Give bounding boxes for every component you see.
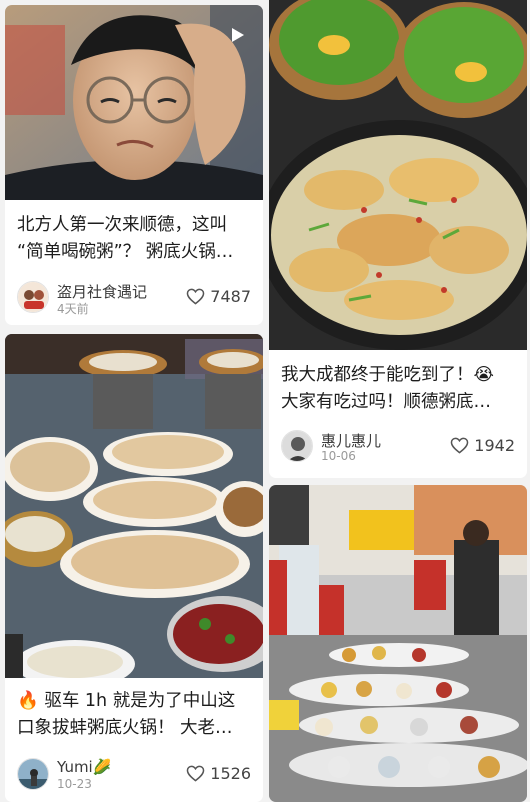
- cover-photo-dumplings-table: [5, 334, 263, 678]
- author-name[interactable]: 惠儿惠儿: [321, 430, 381, 451]
- like-count: 1526: [210, 763, 251, 783]
- note-meta: 盗月社食遇记 4天前 7487: [17, 281, 251, 316]
- author-name[interactable]: 盗月社食遇记: [57, 281, 147, 302]
- note-title-line: 北方人第一次来顺德，这叫: [17, 215, 227, 235]
- note-title-line: 大家有吃过吗！顺德粥底…: [281, 392, 491, 412]
- like-count: 7487: [210, 286, 251, 306]
- avatar[interactable]: [17, 281, 49, 313]
- author-name[interactable]: Yumi🌽: [57, 758, 111, 776]
- note-meta: 惠儿惠儿 10-06 1942: [281, 430, 515, 464]
- note-meta: Yumi🌽 10-23 1526: [17, 758, 251, 792]
- like-button[interactable]: 1526: [186, 762, 251, 784]
- note-cover-image[interactable]: [5, 5, 263, 200]
- cover-photo-congee-hotpot: [269, 0, 527, 350]
- note-title-line: 我大成都终于能吃到了！😭: [281, 365, 494, 385]
- avatar[interactable]: [17, 758, 49, 790]
- note-title[interactable]: 北方人第一次来顺德，这叫 “简单喝碗粥”？ 粥底火锅…: [17, 212, 253, 266]
- note-card[interactable]: 北方人第一次来顺德，这叫 “简单喝碗粥”？ 粥底火锅… 盗月社食遇记 4天前 7…: [5, 5, 263, 325]
- post-date: 10-23: [57, 777, 92, 791]
- note-card[interactable]: 🔥 驱车 1h 就是为了中山这 口象拔蚌粥底火锅！ 大老… Yumi🌽 10-2…: [5, 334, 263, 802]
- like-button[interactable]: 7487: [186, 285, 251, 307]
- heart-outline-icon: [186, 288, 205, 305]
- note-title[interactable]: 我大成都终于能吃到了！😭 大家有吃过吗！顺德粥底…: [281, 362, 517, 416]
- cover-photo-man: [5, 5, 263, 200]
- note-card[interactable]: [269, 485, 527, 802]
- post-date: 4天前: [57, 302, 89, 316]
- avatar-image: [18, 282, 48, 312]
- like-button[interactable]: 1942: [450, 434, 515, 456]
- note-title[interactable]: 🔥 驱车 1h 就是为了中山这 口象拔蚌粥底火锅！ 大老…: [17, 688, 253, 742]
- cover-photo-restaurant-buffet: [269, 485, 527, 802]
- like-count: 1942: [474, 435, 515, 455]
- note-title-line: “简单喝碗粥”？ 粥底火锅…: [17, 242, 234, 262]
- note-cover-image[interactable]: [269, 485, 527, 802]
- note-cover-image[interactable]: [5, 334, 263, 678]
- note-cover-image[interactable]: [269, 0, 527, 350]
- post-date: 10-06: [321, 449, 356, 463]
- avatar-image: [18, 759, 48, 789]
- note-title-line: 口象拔蚌粥底火锅！ 大老…: [17, 718, 233, 738]
- play-icon: [232, 28, 244, 42]
- avatar[interactable]: [281, 430, 313, 462]
- avatar-image: [282, 431, 312, 461]
- heart-outline-icon: [450, 437, 469, 454]
- note-card[interactable]: 我大成都终于能吃到了！😭 大家有吃过吗！顺德粥底… 惠儿惠儿 10-06 194…: [269, 0, 527, 478]
- note-title-line: 🔥 驱车 1h 就是为了中山这: [17, 691, 236, 711]
- heart-outline-icon: [186, 765, 205, 782]
